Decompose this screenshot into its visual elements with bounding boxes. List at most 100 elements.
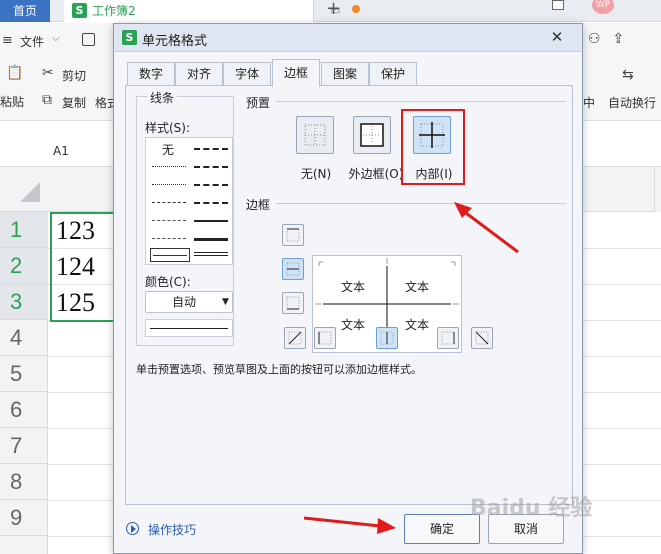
tab-number[interactable]: 数字 <box>127 62 175 86</box>
border-top-icon <box>286 228 300 242</box>
tab-pattern[interactable]: 图案 <box>321 62 369 86</box>
border-diagonal-up-icon <box>288 331 302 345</box>
border-bottom-button[interactable] <box>282 292 304 314</box>
tab-border[interactable]: 边框 <box>272 59 320 87</box>
line-style-option[interactable] <box>152 202 186 203</box>
line-style-option[interactable] <box>194 252 228 256</box>
menu-file[interactable]: 文件 <box>20 33 44 50</box>
caret-down-icon: ▼ <box>222 297 229 307</box>
border-diagonal-down-icon <box>475 331 489 345</box>
border-inner-horizontal-icon <box>286 262 300 276</box>
window-layout-icon[interactable] <box>552 0 564 10</box>
tab-font[interactable]: 字体 <box>223 62 271 86</box>
spreadsheet-logo-icon: S <box>122 30 137 45</box>
preset-outline-button[interactable] <box>353 116 391 154</box>
border-inner-vertical-button[interactable] <box>376 327 398 349</box>
row-header[interactable]: 8 <box>0 464 48 500</box>
border-title: 边框 <box>246 196 275 213</box>
wrap-text-icon[interactable]: ⇆ <box>622 67 634 83</box>
border-inner-horizontal-button[interactable] <box>282 258 304 280</box>
line-style-option[interactable] <box>194 238 228 241</box>
copy-button[interactable]: 复制 <box>62 94 86 111</box>
ok-button[interactable]: 确定 <box>404 514 480 544</box>
row-header[interactable]: 9 <box>0 500 48 536</box>
home-tab[interactable]: 首页 <box>0 0 50 22</box>
line-style-list[interactable]: 无 <box>145 137 233 265</box>
color-select[interactable]: 自动 ▼ <box>145 291 233 313</box>
unsaved-dot-icon <box>352 5 360 13</box>
row-header[interactable]: 1 <box>0 212 48 248</box>
annotation-arrow <box>454 202 519 254</box>
preset-rule <box>276 101 566 102</box>
border-tab-panel: 线条 样式(S): 无 颜色(C): 自动 ▼ 预置 无(N) 外边框(O) 内… <box>125 85 573 505</box>
hint-text: 单击预置选项、预览草图及上面的按钮可以添加边框样式。 <box>136 363 422 376</box>
line-preview <box>145 319 233 337</box>
border-left-icon <box>318 331 332 345</box>
workbook-tab-label: 工作簿2 <box>92 4 136 18</box>
new-tab-plus-icon[interactable]: + <box>326 0 341 19</box>
line-group: 线条 样式(S): 无 颜色(C): 自动 ▼ <box>136 89 234 346</box>
preset-none-button[interactable] <box>296 116 334 154</box>
cell-selection-box <box>50 212 120 322</box>
format-cells-dialog: S 单元格格式 ✕ 数字 对齐 字体 边框 图案 保护 线条 样式(S): 无 <box>113 23 583 554</box>
border-right-icon <box>441 331 455 345</box>
border-left-button[interactable] <box>314 327 336 349</box>
tips-link-label: 操作技巧 <box>148 523 197 537</box>
line-style-option[interactable] <box>194 148 228 150</box>
line-group-title: 线条 <box>147 89 178 106</box>
tab-protection[interactable]: 保护 <box>369 62 417 86</box>
line-style-option[interactable] <box>194 166 228 168</box>
paste-button[interactable]: 粘贴 <box>0 93 24 110</box>
style-label: 样式(S): <box>145 121 191 135</box>
copy-icon[interactable]: ⧉ <box>42 92 52 108</box>
ribbon-center-partial[interactable]: 中 <box>583 94 595 111</box>
scissors-icon[interactable]: ✂ <box>42 65 54 81</box>
paste-icon[interactable]: 📋 <box>6 65 23 81</box>
cut-button[interactable]: 剪切 <box>62 67 86 84</box>
line-style-selected[interactable] <box>150 248 190 262</box>
line-style-option[interactable] <box>152 238 186 239</box>
wrap-text-button[interactable]: 自动换行 <box>608 94 656 111</box>
row-header[interactable]: 7 <box>0 428 48 464</box>
row-header[interactable]: 4 <box>0 320 48 356</box>
line-style-option[interactable] <box>152 184 186 185</box>
border-top-button[interactable] <box>282 224 304 246</box>
chevron-down-icon[interactable]: ⌵ <box>52 33 60 44</box>
tab-bar: 首页 S 工作簿2 ▭ + WP <box>0 0 661 22</box>
row-header[interactable]: 5 <box>0 356 48 392</box>
row-header[interactable]: 6 <box>0 392 48 428</box>
border-diagonal-down-button[interactable] <box>471 327 493 349</box>
name-box[interactable]: A1 <box>53 144 69 158</box>
line-style-option[interactable] <box>194 220 228 222</box>
hamburger-menu-icon[interactable]: ≡ <box>2 33 13 48</box>
line-style-option[interactable] <box>194 202 228 204</box>
border-bottom-icon <box>286 296 300 310</box>
border-right-button[interactable] <box>437 327 459 349</box>
color-label: 颜色(C): <box>145 275 191 289</box>
play-icon <box>126 522 139 535</box>
row-header[interactable]: 2 <box>0 248 48 284</box>
color-select-value: 自动 <box>172 295 197 309</box>
annotation-arrow <box>303 516 396 534</box>
line-style-none[interactable]: 无 <box>162 141 174 158</box>
line-style-option[interactable] <box>152 166 186 167</box>
dialog-titlebar[interactable]: S 单元格格式 ✕ <box>114 24 582 52</box>
watermark: Baidu 经验 <box>470 496 593 521</box>
avatar[interactable]: WP <box>592 0 614 14</box>
close-icon[interactable]: ✕ <box>546 27 568 47</box>
select-all-corner[interactable] <box>20 182 40 202</box>
column-header-partial[interactable] <box>654 167 661 212</box>
preset-outline-icon <box>360 123 384 147</box>
line-style-option[interactable] <box>194 184 228 186</box>
preset-title: 预置 <box>246 94 275 111</box>
toolbar-right-icons[interactable]: ⚇⇪ <box>588 31 636 47</box>
preview-text: 文本 <box>341 318 366 332</box>
line-style-option[interactable] <box>152 220 186 221</box>
save-icon[interactable] <box>82 33 95 46</box>
dialog-title: 单元格格式 <box>142 34 208 49</box>
tab-alignment[interactable]: 对齐 <box>175 62 223 86</box>
border-diagonal-up-button[interactable] <box>284 327 306 349</box>
workbook-tab[interactable]: S 工作簿2 ▭ <box>64 0 360 22</box>
row-header[interactable]: 3 <box>0 284 48 320</box>
annotation-highlight-box <box>401 109 465 185</box>
